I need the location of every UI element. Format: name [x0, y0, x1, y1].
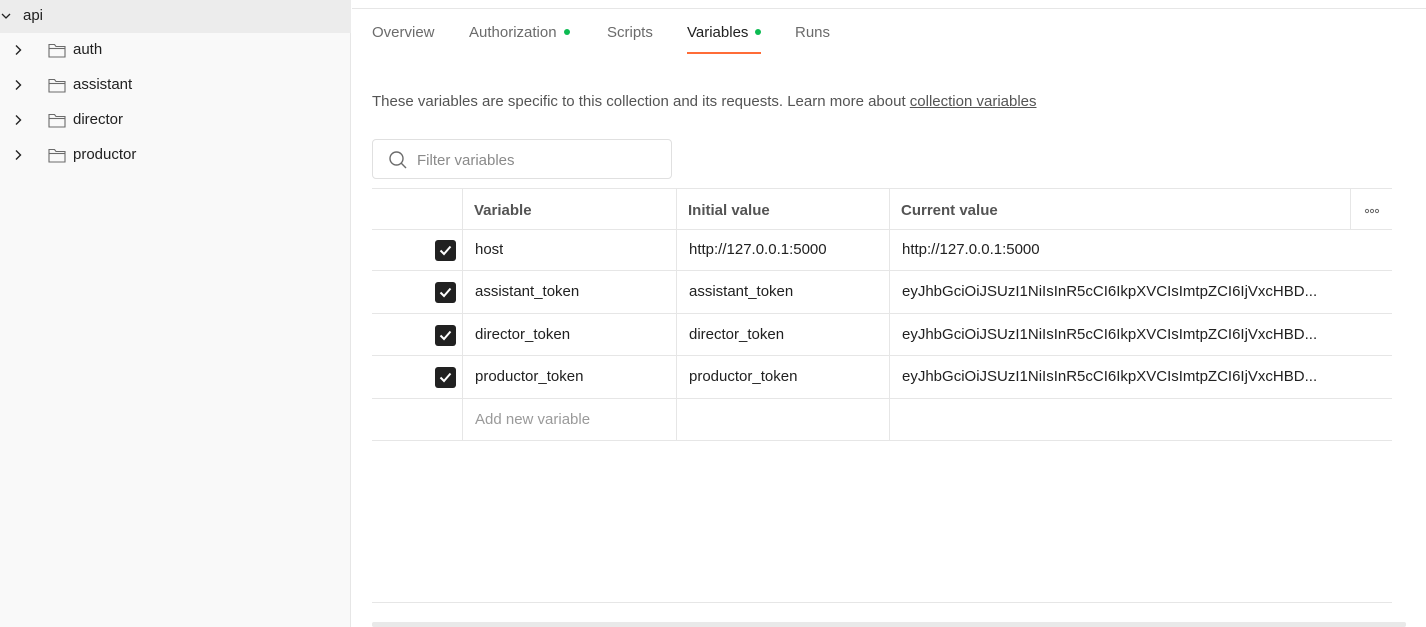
tab-authorization[interactable]: Authorization: [469, 24, 570, 54]
initial-value[interactable]: assistant_token: [689, 283, 793, 300]
initial-value[interactable]: director_token: [689, 326, 784, 343]
chevron-right-icon[interactable]: [12, 114, 24, 126]
collection-sidebar: api auth assistant director productor: [0, 0, 351, 627]
variable-name[interactable]: director_token: [475, 326, 570, 343]
current-value-cell[interactable]: eyJhbGciOiJSUzI1NiIsInR5cCI6IkpXVCIsImtp…: [889, 356, 1392, 398]
variable-cell[interactable]: director_token: [462, 314, 676, 355]
initial-value-cell[interactable]: productor_token: [676, 356, 889, 398]
current-value[interactable]: eyJhbGciOiJSUzI1NiIsInR5cCI6IkpXVCIsImtp…: [902, 326, 1342, 343]
table-row: host http://127.0.0.1:5000 http://127.0.…: [372, 230, 1392, 271]
table-header-row: Variable Initial value Current value: [372, 188, 1392, 230]
status-dot: [563, 29, 570, 35]
initial-value-cell[interactable]: [676, 399, 889, 440]
variable-name[interactable]: productor_token: [475, 368, 583, 385]
filter-variables-input[interactable]: [417, 149, 657, 171]
row-enabled-checkbox[interactable]: [435, 240, 456, 261]
initial-value[interactable]: productor_token: [689, 368, 797, 385]
chevron-right-icon[interactable]: [12, 149, 24, 161]
initial-value-cell[interactable]: assistant_token: [676, 271, 889, 313]
chevron-down-icon[interactable]: [1, 11, 11, 21]
column-header: Variable: [474, 202, 532, 219]
variable-cell[interactable]: productor_token: [462, 356, 676, 398]
checkmark-icon: [439, 330, 452, 341]
collection-variables-link[interactable]: collection variables: [910, 93, 1037, 110]
add-new-variable-input[interactable]: Add new variable: [475, 411, 590, 428]
horizontal-scrollbar[interactable]: [372, 622, 1406, 627]
initial-value-cell[interactable]: director_token: [676, 314, 889, 355]
row-enabled-checkbox[interactable]: [435, 367, 456, 388]
current-value-cell[interactable]: [889, 399, 1392, 440]
description-text: These variables are specific to this col…: [372, 93, 910, 110]
header-current-cell: Current value: [889, 189, 1350, 229]
table-row: assistant_token assistant_token eyJhbGci…: [372, 271, 1392, 314]
initial-value-cell[interactable]: http://127.0.0.1:5000: [676, 230, 889, 270]
tree-item-auth[interactable]: auth: [0, 33, 351, 68]
tab-label: Variables: [687, 24, 749, 41]
collection-main-panel: Overview Authorization Scripts Variables…: [352, 0, 1426, 627]
tab-overview[interactable]: Overview: [372, 24, 435, 54]
header-initial-cell: Initial value: [676, 189, 889, 229]
tab-label: Overview: [372, 24, 435, 41]
tab-scripts[interactable]: Scripts: [607, 24, 653, 54]
folder-icon: [48, 148, 66, 163]
checkbox-cell: [372, 399, 462, 440]
add-variable-row: Add new variable: [372, 399, 1392, 441]
tree-item-productor[interactable]: productor: [0, 138, 351, 173]
tree-item-label: assistant: [73, 76, 133, 93]
initial-value[interactable]: http://127.0.0.1:5000: [689, 241, 827, 258]
tab-variables[interactable]: Variables: [687, 24, 762, 54]
chevron-right-icon[interactable]: [12, 79, 24, 91]
tree-item-label: director: [73, 111, 124, 128]
status-dot: [755, 29, 762, 35]
header-checkbox-cell: [372, 189, 462, 229]
filter-variables[interactable]: [372, 139, 672, 179]
folder-icon: [48, 113, 66, 128]
checkbox-cell: [372, 271, 462, 313]
table-row: director_token director_token eyJhbGciOi…: [372, 314, 1392, 356]
current-value[interactable]: eyJhbGciOiJSUzI1NiIsInR5cCI6IkpXVCIsImtp…: [902, 368, 1342, 385]
checkbox-cell: [372, 356, 462, 398]
add-variable-cell[interactable]: Add new variable: [462, 399, 676, 440]
active-tab-indicator: [687, 52, 762, 54]
table-options-cell[interactable]: [1350, 189, 1392, 229]
tree-root-api[interactable]: api: [0, 0, 351, 33]
current-value-cell[interactable]: eyJhbGciOiJSUzI1NiIsInR5cCI6IkpXVCIsImtp…: [889, 314, 1392, 355]
tree-item-label: productor: [73, 146, 137, 163]
variables-description: These variables are specific to this col…: [372, 93, 1037, 110]
tree-item-label: auth: [73, 41, 103, 58]
more-options-icon[interactable]: [1364, 208, 1380, 214]
variable-name[interactable]: host: [475, 241, 503, 258]
tree-item-director[interactable]: director: [0, 103, 351, 138]
current-value-cell[interactable]: http://127.0.0.1:5000: [889, 230, 1392, 270]
tree-item-assistant[interactable]: assistant: [0, 68, 351, 103]
tab-label: Runs: [795, 24, 831, 41]
variable-name[interactable]: assistant_token: [475, 283, 579, 300]
row-enabled-checkbox[interactable]: [435, 325, 456, 346]
tab-label: Scripts: [607, 24, 653, 41]
column-header: Initial value: [688, 202, 770, 219]
current-value[interactable]: eyJhbGciOiJSUzI1NiIsInR5cCI6IkpXVCIsImtp…: [902, 283, 1342, 300]
variable-cell[interactable]: assistant_token: [462, 271, 676, 313]
checkbox-cell: [372, 230, 462, 270]
folder-icon: [48, 43, 66, 58]
search-icon: [389, 151, 407, 169]
table-row: productor_token productor_token eyJhbGci…: [372, 356, 1392, 399]
tab-label: Authorization: [469, 24, 557, 41]
folder-icon: [48, 78, 66, 93]
tab-runs[interactable]: Runs: [795, 24, 830, 54]
header-variable-cell: Variable: [462, 189, 676, 229]
chevron-right-icon[interactable]: [12, 44, 24, 56]
checkmark-icon: [439, 287, 452, 298]
checkmark-icon: [439, 245, 452, 256]
variable-cell[interactable]: host: [462, 230, 676, 270]
column-header: Current value: [901, 202, 998, 219]
row-enabled-checkbox[interactable]: [435, 282, 456, 303]
panel-divider: [372, 602, 1392, 603]
checkbox-cell: [372, 314, 462, 355]
current-value[interactable]: http://127.0.0.1:5000: [902, 241, 1342, 258]
tree-root-label: api: [23, 7, 44, 24]
header-divider: [352, 8, 1426, 9]
checkmark-icon: [439, 372, 452, 383]
current-value-cell[interactable]: eyJhbGciOiJSUzI1NiIsInR5cCI6IkpXVCIsImtp…: [889, 271, 1392, 313]
